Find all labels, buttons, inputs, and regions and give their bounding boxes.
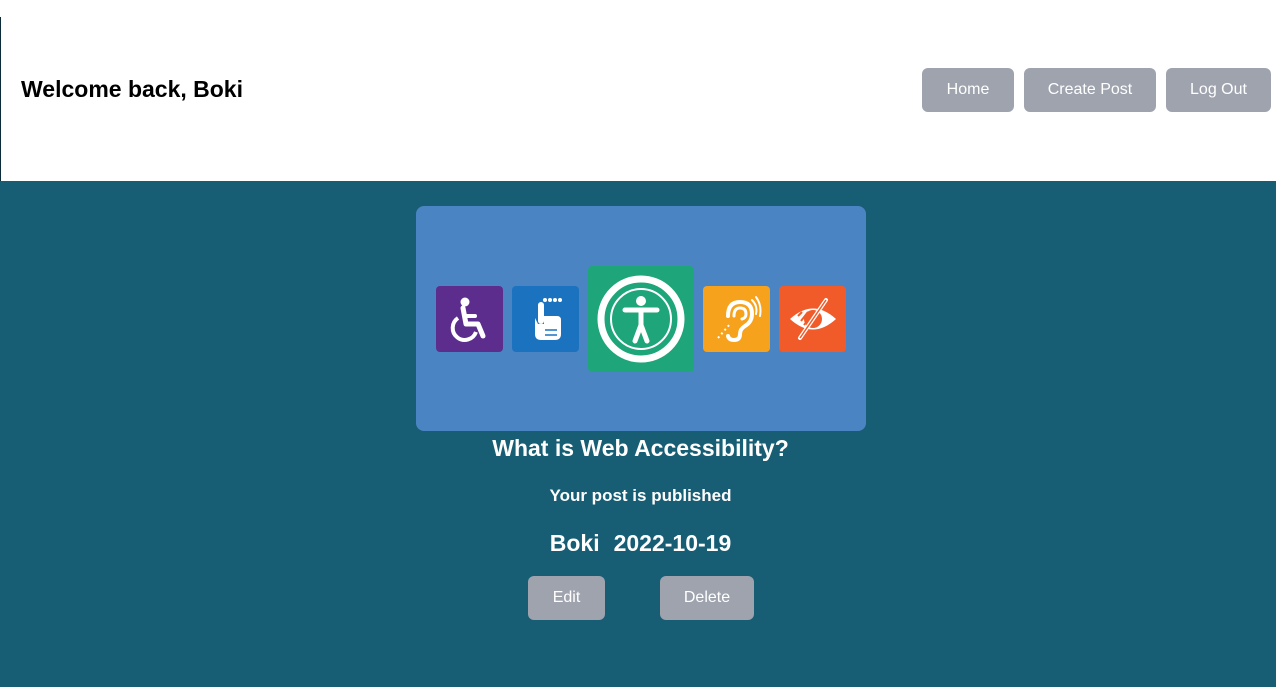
post-detail-section: What is Web Accessibility? Your post is …: [0, 181, 1276, 687]
post-date: 2022-10-19: [613, 530, 732, 556]
accessibility-icon: [588, 266, 694, 372]
post-title: What is Web Accessibility?: [492, 435, 789, 461]
braille-hand-icon: [512, 286, 579, 352]
edit-button[interactable]: Edit: [528, 576, 605, 620]
post-meta: Boki 2022-10-19: [0, 530, 1276, 557]
left-border: [0, 17, 1, 181]
top-header: Welcome back, Boki Home Create Post Log …: [0, 0, 1276, 181]
hearing-ear-icon: [703, 286, 770, 352]
low-vision-eye-icon: [779, 286, 846, 352]
welcome-message: Welcome back, Boki: [21, 76, 243, 102]
delete-button[interactable]: Delete: [660, 576, 754, 620]
publish-status: Your post is published: [549, 486, 732, 505]
post-author: Boki: [549, 530, 600, 556]
wheelchair-icon: [436, 286, 503, 352]
log-out-button[interactable]: Log Out: [1166, 68, 1271, 112]
post-banner-image: [416, 206, 866, 431]
home-button[interactable]: Home: [922, 68, 1014, 112]
create-post-button[interactable]: Create Post: [1024, 68, 1156, 112]
